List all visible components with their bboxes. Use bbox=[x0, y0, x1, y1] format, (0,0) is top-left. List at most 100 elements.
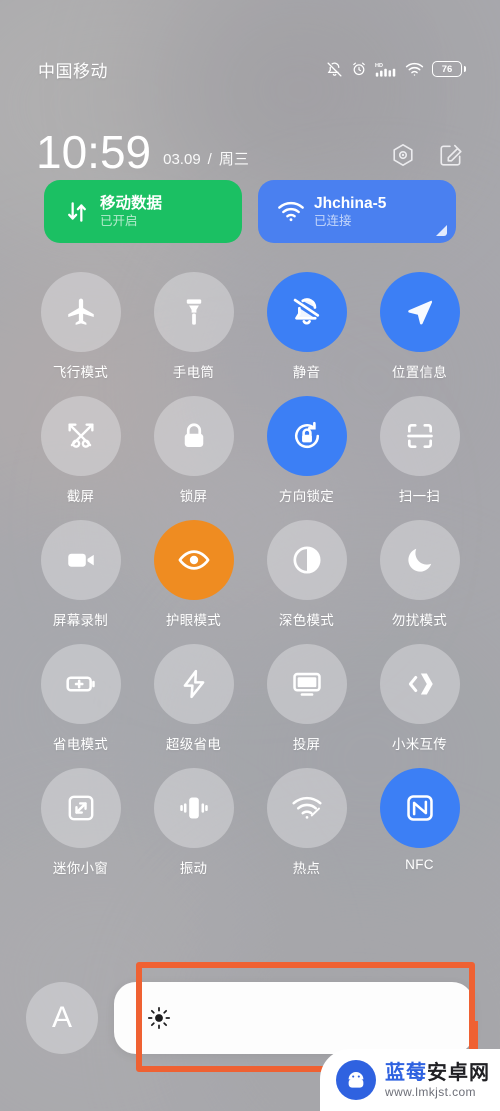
toggle-circle[interactable] bbox=[40, 396, 121, 476]
toggle-circle[interactable] bbox=[379, 272, 460, 352]
toggle-dark-mode[interactable]: 深色模式 bbox=[250, 520, 363, 629]
expand-triangle-icon[interactable] bbox=[436, 225, 447, 236]
toggle-circle[interactable] bbox=[153, 272, 234, 352]
date-label: 03.09 bbox=[163, 151, 201, 168]
toggle-circle[interactable] bbox=[153, 644, 234, 724]
toggle-circle[interactable] bbox=[40, 520, 121, 600]
toggle-mi-share[interactable]: 小米互传 bbox=[363, 644, 476, 753]
toggle-circle[interactable] bbox=[266, 520, 347, 600]
toggle-circle[interactable] bbox=[266, 644, 347, 724]
watermark-name-primary: 蓝莓 bbox=[385, 1061, 427, 1084]
toggle-label: 扫一扫 bbox=[398, 489, 441, 504]
toggle-circle[interactable] bbox=[153, 396, 234, 476]
toggle-circle[interactable] bbox=[379, 520, 460, 600]
toggle-label: 屏幕录制 bbox=[52, 613, 109, 628]
video-camera-icon bbox=[64, 543, 98, 577]
toggle-label: 护眼模式 bbox=[165, 613, 222, 628]
lock-icon bbox=[179, 421, 209, 451]
toggle-ultra-battery-saver[interactable]: 超级省电 bbox=[137, 644, 250, 753]
toggle-eye-care[interactable]: 护眼模式 bbox=[137, 520, 250, 629]
toggle-circle[interactable] bbox=[40, 272, 121, 352]
bell-slash-icon bbox=[290, 295, 324, 329]
wifi-card[interactable]: Jhchina-5 已连接 bbox=[258, 180, 456, 243]
toggle-hotspot[interactable]: 热点 bbox=[250, 768, 363, 877]
toggle-circle[interactable] bbox=[266, 768, 347, 848]
sun-brightness-icon bbox=[146, 1005, 172, 1031]
toggle-circle[interactable] bbox=[379, 768, 460, 848]
auto-brightness-label: A bbox=[51, 1001, 72, 1034]
toggle-label: 深色模式 bbox=[278, 613, 335, 628]
edit-icon[interactable] bbox=[438, 142, 464, 168]
wifi-icon bbox=[274, 201, 308, 223]
watermark-name-secondary: 安卓网 bbox=[427, 1061, 490, 1084]
lightning-bolt-icon bbox=[178, 668, 210, 700]
auto-brightness-button[interactable]: A bbox=[26, 982, 98, 1054]
location-arrow-icon bbox=[404, 296, 436, 328]
battery-plus-icon bbox=[64, 667, 98, 701]
toggle-location[interactable]: 位置信息 bbox=[363, 272, 476, 381]
watermark-text: 蓝莓安卓网 www.lmkjst.com bbox=[385, 1063, 490, 1098]
weekday-label: 周三 bbox=[218, 151, 249, 168]
toggle-label: NFC bbox=[405, 857, 434, 872]
toggle-label: 截屏 bbox=[66, 489, 95, 504]
toggle-circle[interactable] bbox=[379, 396, 460, 476]
toggle-circle[interactable] bbox=[379, 644, 460, 724]
toggle-label: 振动 bbox=[179, 861, 208, 876]
toggle-vibrate[interactable]: 振动 bbox=[137, 768, 250, 877]
scan-icon bbox=[404, 420, 436, 452]
data-transfer-icon bbox=[60, 199, 94, 225]
status-icons: HD 76 bbox=[326, 61, 466, 78]
toggle-screenshot[interactable]: 截屏 bbox=[24, 396, 137, 505]
quick-settings-grid: 飞行模式 手电筒 静音 位置信息 截屏 锁屏 方向锁定 扫一扫 屏幕录制 护眼模… bbox=[0, 272, 500, 877]
card-subtitle: 已开启 bbox=[100, 213, 138, 228]
toggle-do-not-disturb[interactable]: 勿扰模式 bbox=[363, 520, 476, 629]
clock-header: 10:59 03.09 / 周三 bbox=[0, 112, 500, 175]
alarm-clock-icon bbox=[351, 61, 367, 77]
toggle-label: 位置信息 bbox=[391, 365, 448, 380]
toggle-label: 热点 bbox=[292, 861, 321, 876]
monitor-cast-icon bbox=[290, 667, 324, 701]
brightness-slider[interactable] bbox=[114, 982, 474, 1054]
mobile-data-card[interactable]: 移动数据 已开启 bbox=[44, 180, 242, 243]
header-actions bbox=[390, 142, 464, 168]
vibrate-icon bbox=[177, 791, 211, 825]
date-separator: / bbox=[207, 151, 212, 168]
mi-share-icon bbox=[403, 667, 437, 701]
bell-slash-icon bbox=[326, 61, 343, 78]
card-title: 移动数据 bbox=[100, 194, 163, 212]
toggle-screen-record[interactable]: 屏幕录制 bbox=[24, 520, 137, 629]
date-group: 03.09 / 周三 bbox=[163, 148, 249, 169]
toggle-circle[interactable] bbox=[40, 768, 121, 848]
toggle-circle[interactable] bbox=[40, 644, 121, 724]
moon-icon bbox=[404, 544, 436, 576]
flashlight-icon bbox=[178, 296, 210, 328]
airplane-icon bbox=[64, 295, 98, 329]
toggle-flashlight[interactable]: 手电筒 bbox=[137, 272, 250, 381]
toggle-circle[interactable] bbox=[153, 768, 234, 848]
toggle-circle[interactable] bbox=[153, 520, 234, 600]
toggle-scan[interactable]: 扫一扫 bbox=[363, 396, 476, 505]
settings-gear-icon[interactable] bbox=[390, 142, 416, 168]
toggle-airplane-mode[interactable]: 飞行模式 bbox=[24, 272, 137, 381]
toggle-mute[interactable]: 静音 bbox=[250, 272, 363, 381]
screenshot-icon bbox=[64, 419, 98, 453]
toggle-label: 勿扰模式 bbox=[391, 613, 448, 628]
battery-percent: 76 bbox=[441, 63, 453, 75]
toggle-label: 静音 bbox=[292, 365, 321, 380]
toggle-nfc[interactable]: NFC bbox=[363, 768, 476, 877]
toggle-rotation-lock[interactable]: 方向锁定 bbox=[250, 396, 363, 505]
annotation-edge-strip bbox=[469, 1021, 478, 1049]
toggle-circle[interactable] bbox=[266, 396, 347, 476]
toggle-lock-screen[interactable]: 锁屏 bbox=[137, 396, 250, 505]
mini-window-icon bbox=[65, 792, 97, 824]
wifi-icon bbox=[405, 62, 424, 77]
toggle-mini-window[interactable]: 迷你小窗 bbox=[24, 768, 137, 877]
toggle-cast[interactable]: 投屏 bbox=[250, 644, 363, 753]
battery-icon: 76 bbox=[432, 61, 466, 77]
toggle-circle[interactable] bbox=[266, 272, 347, 352]
eye-icon bbox=[176, 542, 212, 578]
connectivity-cards: 移动数据 已开启 Jhchina-5 已连接 bbox=[0, 180, 500, 243]
toggle-battery-saver[interactable]: 省电模式 bbox=[24, 644, 137, 753]
hotspot-icon bbox=[291, 792, 323, 824]
rotation-lock-icon bbox=[290, 419, 324, 453]
